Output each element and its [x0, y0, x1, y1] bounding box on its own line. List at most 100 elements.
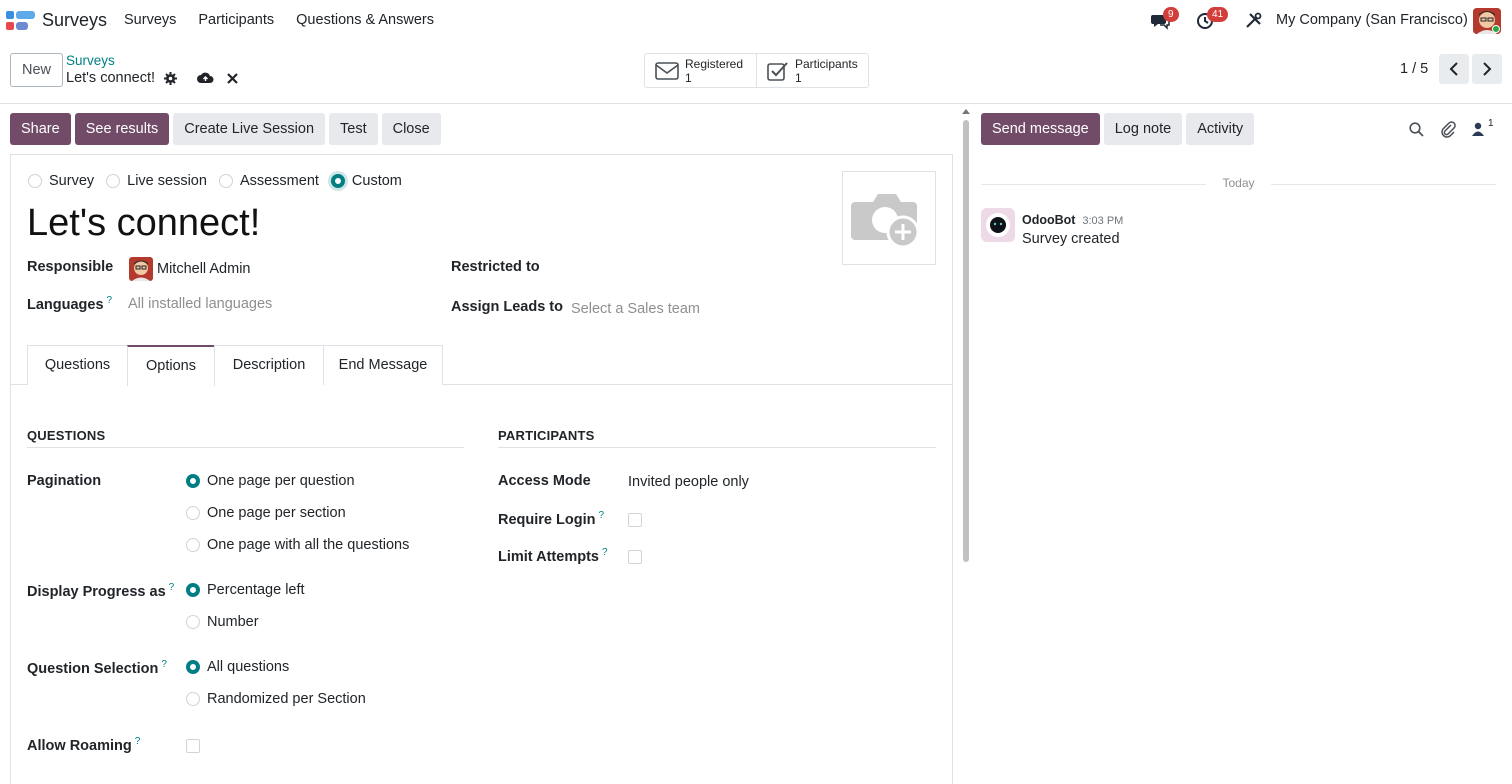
type-assessment-option[interactable]: Assessment	[218, 173, 319, 189]
test-button[interactable]: Test	[329, 113, 378, 145]
log-note-button[interactable]: Log note	[1103, 113, 1183, 145]
pagination-radio-1[interactable]	[186, 474, 200, 488]
display-progress-field: Display Progress as?	[27, 582, 174, 600]
survey-title-input[interactable]: Let's connect!	[27, 202, 260, 245]
languages-label: Languages	[27, 296, 104, 313]
selection-radio-2[interactable]	[186, 692, 200, 706]
chatter-topbar: Send message Log note Activity	[981, 113, 1255, 145]
main-menu: Surveys Participants Questions & Answers	[124, 12, 456, 28]
limit-attempts-checkbox[interactable]	[628, 550, 642, 564]
tab-options[interactable]: Options	[127, 345, 215, 386]
discard-close-icon[interactable]	[227, 73, 238, 84]
followers-count: 1	[1488, 118, 1494, 129]
breadcrumb-surveys[interactable]: Surveys	[66, 53, 115, 68]
followers-icon[interactable]	[1472, 122, 1484, 136]
see-results-button[interactable]: See results	[74, 113, 170, 145]
participants-smart-button[interactable]: Participants 1	[757, 54, 868, 87]
progress-option-1[interactable]: Percentage left	[186, 582, 305, 598]
limit-attempts-help-icon[interactable]: ?	[602, 547, 608, 558]
pagination-option-2[interactable]: One page per section	[186, 505, 346, 521]
limit-attempts-label: Limit Attempts	[498, 548, 599, 565]
type-survey-option[interactable]: Survey	[28, 173, 94, 189]
share-button[interactable]: Share	[10, 113, 71, 145]
restricted-label: Restricted to	[451, 259, 540, 275]
survey-image-upload[interactable]	[842, 171, 936, 265]
scroll-up-arrow-icon[interactable]	[962, 108, 970, 114]
allow-roaming-help-icon[interactable]: ?	[135, 736, 141, 747]
pager-next-button[interactable]	[1472, 54, 1502, 84]
display-progress-label: Display Progress as	[27, 583, 166, 600]
languages-help-icon[interactable]: ?	[107, 295, 113, 306]
chevron-left-icon	[1449, 62, 1458, 76]
tab-description[interactable]: Description	[214, 345, 324, 385]
user-avatar[interactable]	[1473, 8, 1501, 34]
apps-menu-icon[interactable]	[6, 10, 36, 32]
debug-tools-icon[interactable]	[1245, 12, 1262, 29]
radio-custom[interactable]	[330, 174, 345, 188]
selection-option-2[interactable]: Randomized per Section	[186, 691, 366, 707]
chevron-right-icon	[1483, 62, 1492, 76]
pager-previous-button[interactable]	[1439, 54, 1469, 84]
radio-assessment[interactable]	[218, 174, 233, 188]
smart-buttons: Registered 1 Participants 1	[644, 53, 869, 88]
tab-questions[interactable]: Questions	[27, 345, 128, 385]
odoobot-avatar	[981, 208, 1015, 242]
progress-option-1-label: Percentage left	[207, 582, 305, 598]
progress-radio-2[interactable]	[186, 615, 200, 629]
send-message-button[interactable]: Send message	[981, 113, 1100, 145]
selection-radio-1[interactable]	[186, 660, 200, 674]
messages-badge: 9	[1163, 7, 1179, 22]
registered-label: Registered	[685, 56, 744, 71]
tab-end-message[interactable]: End Message	[323, 345, 443, 385]
pager-value[interactable]: 1 / 5	[1400, 61, 1428, 77]
save-cloud-icon[interactable]	[197, 71, 214, 84]
require-login-checkbox[interactable]	[628, 513, 642, 527]
form-scrollbar-thumb[interactable]	[963, 120, 969, 562]
company-switcher[interactable]: My Company (San Francisco)	[1276, 12, 1468, 28]
progress-radio-1[interactable]	[186, 583, 200, 597]
responsible-name: Mitchell Admin	[157, 261, 251, 277]
selection-option-1-label: All questions	[207, 659, 290, 675]
menu-questions-answers[interactable]: Questions & Answers	[296, 12, 434, 28]
app-name[interactable]: Surveys	[42, 10, 107, 31]
display-progress-help-icon[interactable]: ?	[169, 582, 175, 593]
close-button[interactable]: Close	[381, 113, 441, 145]
access-mode-select[interactable]: Invited people only	[628, 474, 749, 490]
sales-team-input[interactable]: Select a Sales team	[571, 301, 700, 317]
languages-input[interactable]: All installed languages	[128, 296, 272, 312]
form-statusbar: Share See results Create Live Session Te…	[10, 113, 441, 145]
radio-live-session[interactable]	[106, 174, 121, 188]
menu-participants[interactable]: Participants	[198, 12, 274, 28]
message-author[interactable]: OdooBot	[1022, 213, 1075, 227]
pagination-option-3[interactable]: One page with all the questions	[186, 537, 409, 553]
check-square-icon	[767, 61, 788, 81]
type-custom-option[interactable]: Custom	[330, 173, 402, 189]
require-login-label: Require Login	[498, 511, 596, 528]
selection-option-1[interactable]: All questions	[186, 659, 289, 675]
question-selection-help-icon[interactable]: ?	[161, 659, 167, 670]
pagination-option-1[interactable]: One page per question	[186, 473, 355, 489]
responsible-value[interactable]: Mitchell Admin	[129, 257, 250, 281]
question-selection-field: Question Selection?	[27, 659, 167, 677]
new-button[interactable]: New	[10, 53, 63, 87]
pagination-option-1-label: One page per question	[207, 473, 355, 489]
require-login-help-icon[interactable]: ?	[598, 510, 604, 521]
participants-label: Participants	[795, 56, 858, 71]
radio-survey[interactable]	[28, 174, 42, 188]
gear-icon[interactable]	[164, 72, 177, 85]
search-icon[interactable]	[1409, 122, 1424, 137]
pagination-radio-3[interactable]	[186, 538, 200, 552]
registered-smart-button[interactable]: Registered 1	[645, 54, 757, 87]
pagination-option-3-label: One page with all the questions	[207, 537, 410, 553]
progress-option-2[interactable]: Number	[186, 614, 259, 630]
type-live-session-option[interactable]: Live session	[106, 173, 207, 189]
menu-surveys[interactable]: Surveys	[124, 12, 176, 28]
allow-roaming-field: Allow Roaming?	[27, 736, 140, 754]
pagination-radio-2[interactable]	[186, 506, 200, 520]
create-live-session-button[interactable]: Create Live Session	[173, 113, 326, 145]
allow-roaming-checkbox[interactable]	[186, 739, 200, 753]
paperclip-icon[interactable]	[1440, 120, 1456, 138]
activity-button[interactable]: Activity	[1186, 113, 1255, 145]
participants-section-title: PARTICIPANTS	[498, 428, 936, 448]
form-sheet	[10, 154, 953, 784]
